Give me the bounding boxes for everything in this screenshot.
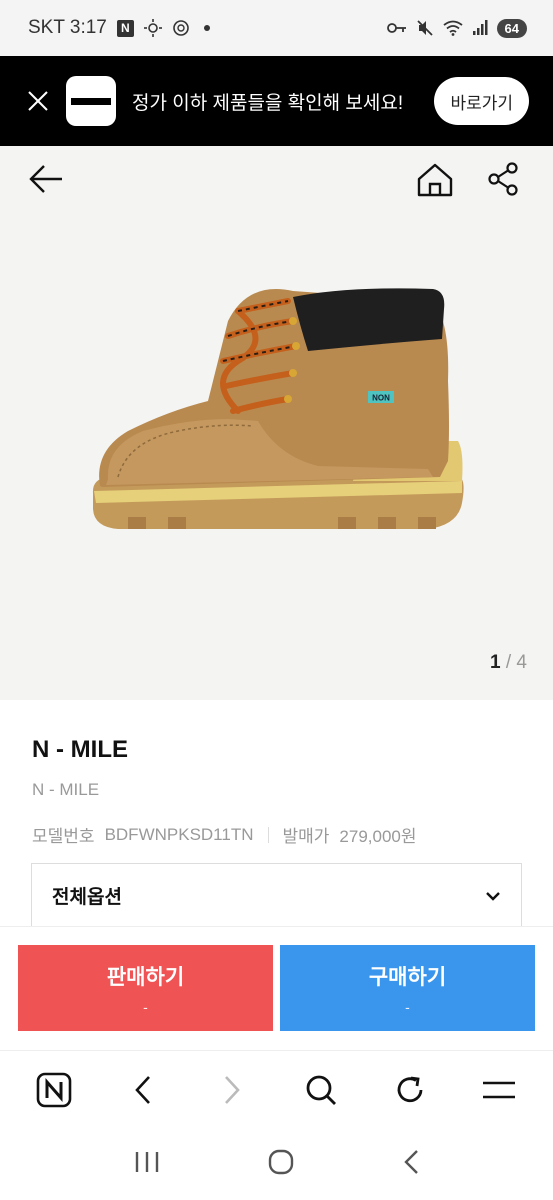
option-select-label: 전체옵션	[52, 887, 122, 908]
sell-button-price: -	[143, 999, 148, 1015]
status-bar: SKT 3:17 N 64	[0, 0, 553, 56]
status-left: SKT 3:17 N	[28, 17, 210, 39]
banner-message: 정가 이하 제품들을 확인해 보세요!	[132, 92, 404, 114]
battery-indicator: 64	[496, 18, 527, 38]
logo-bar	[71, 97, 111, 105]
recents-icon[interactable]	[134, 1150, 160, 1179]
share-icon[interactable]	[488, 162, 520, 201]
model-number-value: BDFWNPKSD11TN	[104, 824, 254, 844]
product-info: N - MILE N - MILE 모델번호 BDFWNPKSD11TN 발매가…	[32, 736, 522, 847]
app-install-banner: 정가 이하 제품들을 확인해 보세요! 바로가기	[0, 56, 553, 146]
naver-logo-icon[interactable]	[29, 1065, 79, 1115]
browser-toolbar	[0, 1050, 553, 1128]
pager-total: 4	[516, 652, 527, 673]
chatgpt-icon	[173, 20, 189, 36]
buy-button-label: 구매하기	[368, 966, 447, 989]
system-back-icon[interactable]	[402, 1148, 420, 1181]
search-icon[interactable]	[296, 1065, 346, 1115]
home-circle-icon[interactable]	[267, 1148, 295, 1181]
product-subtitle: N - MILE	[32, 780, 100, 799]
release-price-value: 279,000원	[339, 827, 417, 846]
sell-button[interactable]: 판매하기 -	[18, 945, 273, 1031]
browser-forward-icon[interactable]	[207, 1065, 257, 1115]
refresh-icon[interactable]	[385, 1065, 435, 1115]
product-gallery[interactable]: NON 1 / 4	[0, 146, 553, 700]
trade-action-bar: 판매하기 - 구매하기 -	[0, 926, 553, 1050]
key-icon	[386, 23, 406, 33]
brightness-icon	[143, 19, 162, 37]
signal-icon	[472, 20, 488, 35]
buy-button[interactable]: 구매하기 -	[280, 945, 535, 1031]
wifi-icon	[442, 20, 463, 36]
go-now-button[interactable]: 바로가기	[434, 77, 529, 125]
system-navigation	[0, 1128, 553, 1200]
image-pager: 1 / 4	[490, 652, 527, 674]
release-price-label: 발매가	[282, 827, 330, 846]
carrier-time: SKT 3:17	[28, 17, 107, 38]
pager-current: 1	[490, 652, 501, 673]
more-notifications-dot	[203, 25, 210, 31]
mute-icon	[416, 20, 433, 36]
product-title: N - MILE	[32, 736, 128, 763]
buy-button-price: -	[405, 999, 410, 1015]
product-meta: 모델번호 BDFWNPKSD11TN 발매가 279,000원	[32, 822, 522, 847]
back-arrow-icon[interactable]	[28, 164, 64, 199]
chevron-down-icon	[486, 891, 500, 901]
app-logo	[66, 76, 116, 126]
naver-notification-icon: N	[116, 19, 134, 37]
browser-back-icon[interactable]	[118, 1065, 168, 1115]
close-icon[interactable]	[24, 87, 52, 115]
pager-separator: /	[500, 652, 517, 673]
status-right: 64	[386, 18, 527, 38]
model-number-label: 모델번호	[32, 827, 95, 846]
option-select[interactable]: 전체옵션	[31, 863, 522, 927]
menu-icon[interactable]	[474, 1065, 524, 1115]
product-image-boot: NON	[92, 288, 464, 529]
meta-divider	[267, 826, 269, 843]
boot-tag-text: NON	[372, 394, 390, 403]
home-icon[interactable]	[416, 162, 454, 203]
sell-button-label: 판매하기	[106, 966, 185, 989]
top-navigation	[0, 160, 553, 204]
